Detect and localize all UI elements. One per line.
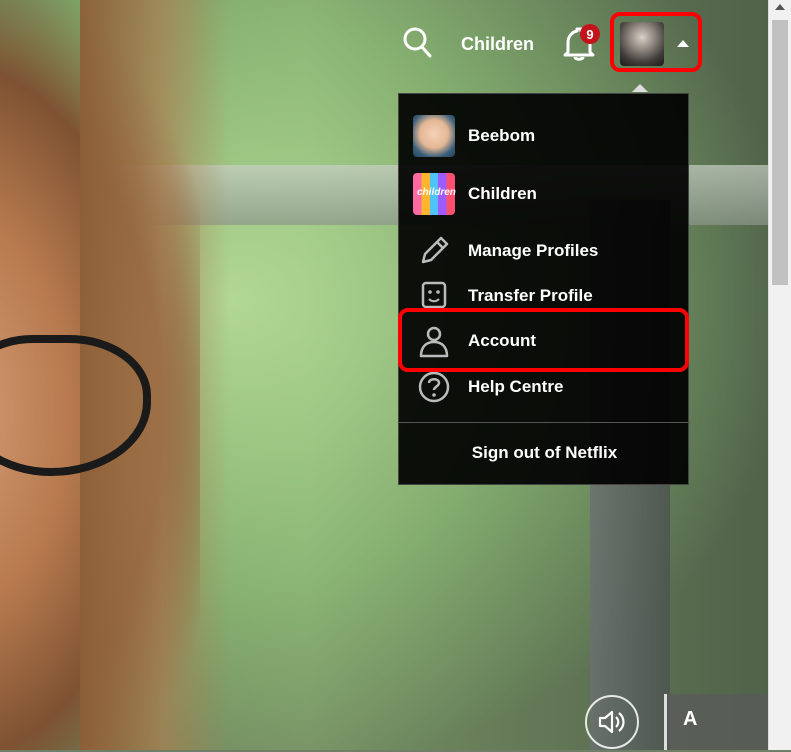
pencil-icon — [421, 236, 449, 264]
menu-profile-children[interactable]: children Children — [399, 172, 690, 216]
help-icon — [418, 371, 450, 403]
menu-item-manage-profiles[interactable]: Manage Profiles — [399, 229, 690, 273]
speaker-icon — [598, 710, 625, 734]
menu-item-label: Transfer Profile — [468, 286, 593, 305]
maturity-rating: A — [664, 694, 768, 750]
scroll-thumb[interactable] — [772, 20, 788, 285]
menu-item-label: Account — [468, 331, 536, 350]
menu-profile-beebom[interactable]: Beebom — [399, 114, 690, 158]
transfer-profile-icon — [421, 281, 447, 312]
menu-item-transfer-profile[interactable]: Transfer Profile — [399, 274, 690, 318]
menu-item-label: Help Centre — [468, 377, 564, 396]
children-thumb-text: children — [417, 187, 456, 198]
profile-avatar: children — [413, 173, 456, 215]
nav-profile-link[interactable]: Children — [461, 34, 534, 55]
menu-item-help-centre[interactable]: Help Centre — [399, 365, 690, 409]
menu-item-label: Manage Profiles — [468, 241, 599, 260]
scroll-up-arrow[interactable] — [775, 4, 785, 10]
menu-item-label: Children — [468, 184, 537, 203]
scrollbar[interactable] — [768, 0, 791, 750]
profile-dropdown-menu: Beebom children Children Manage Profiles… — [398, 93, 690, 485]
maturity-rating-label: A — [683, 708, 698, 730]
menu-item-account[interactable]: Account — [399, 319, 690, 363]
menu-divider — [399, 422, 690, 423]
menu-item-label: Beebom — [468, 126, 536, 145]
menu-pointer — [632, 84, 648, 92]
sign-out-link[interactable]: Sign out of Netflix — [399, 438, 690, 468]
notification-badge: 9 — [580, 24, 600, 44]
volume-button[interactable] — [585, 695, 639, 749]
search-icon[interactable] — [402, 26, 432, 58]
profile-avatar — [413, 115, 455, 157]
profile-menu-button-highlight[interactable] — [610, 12, 702, 72]
person-icon — [419, 326, 449, 358]
